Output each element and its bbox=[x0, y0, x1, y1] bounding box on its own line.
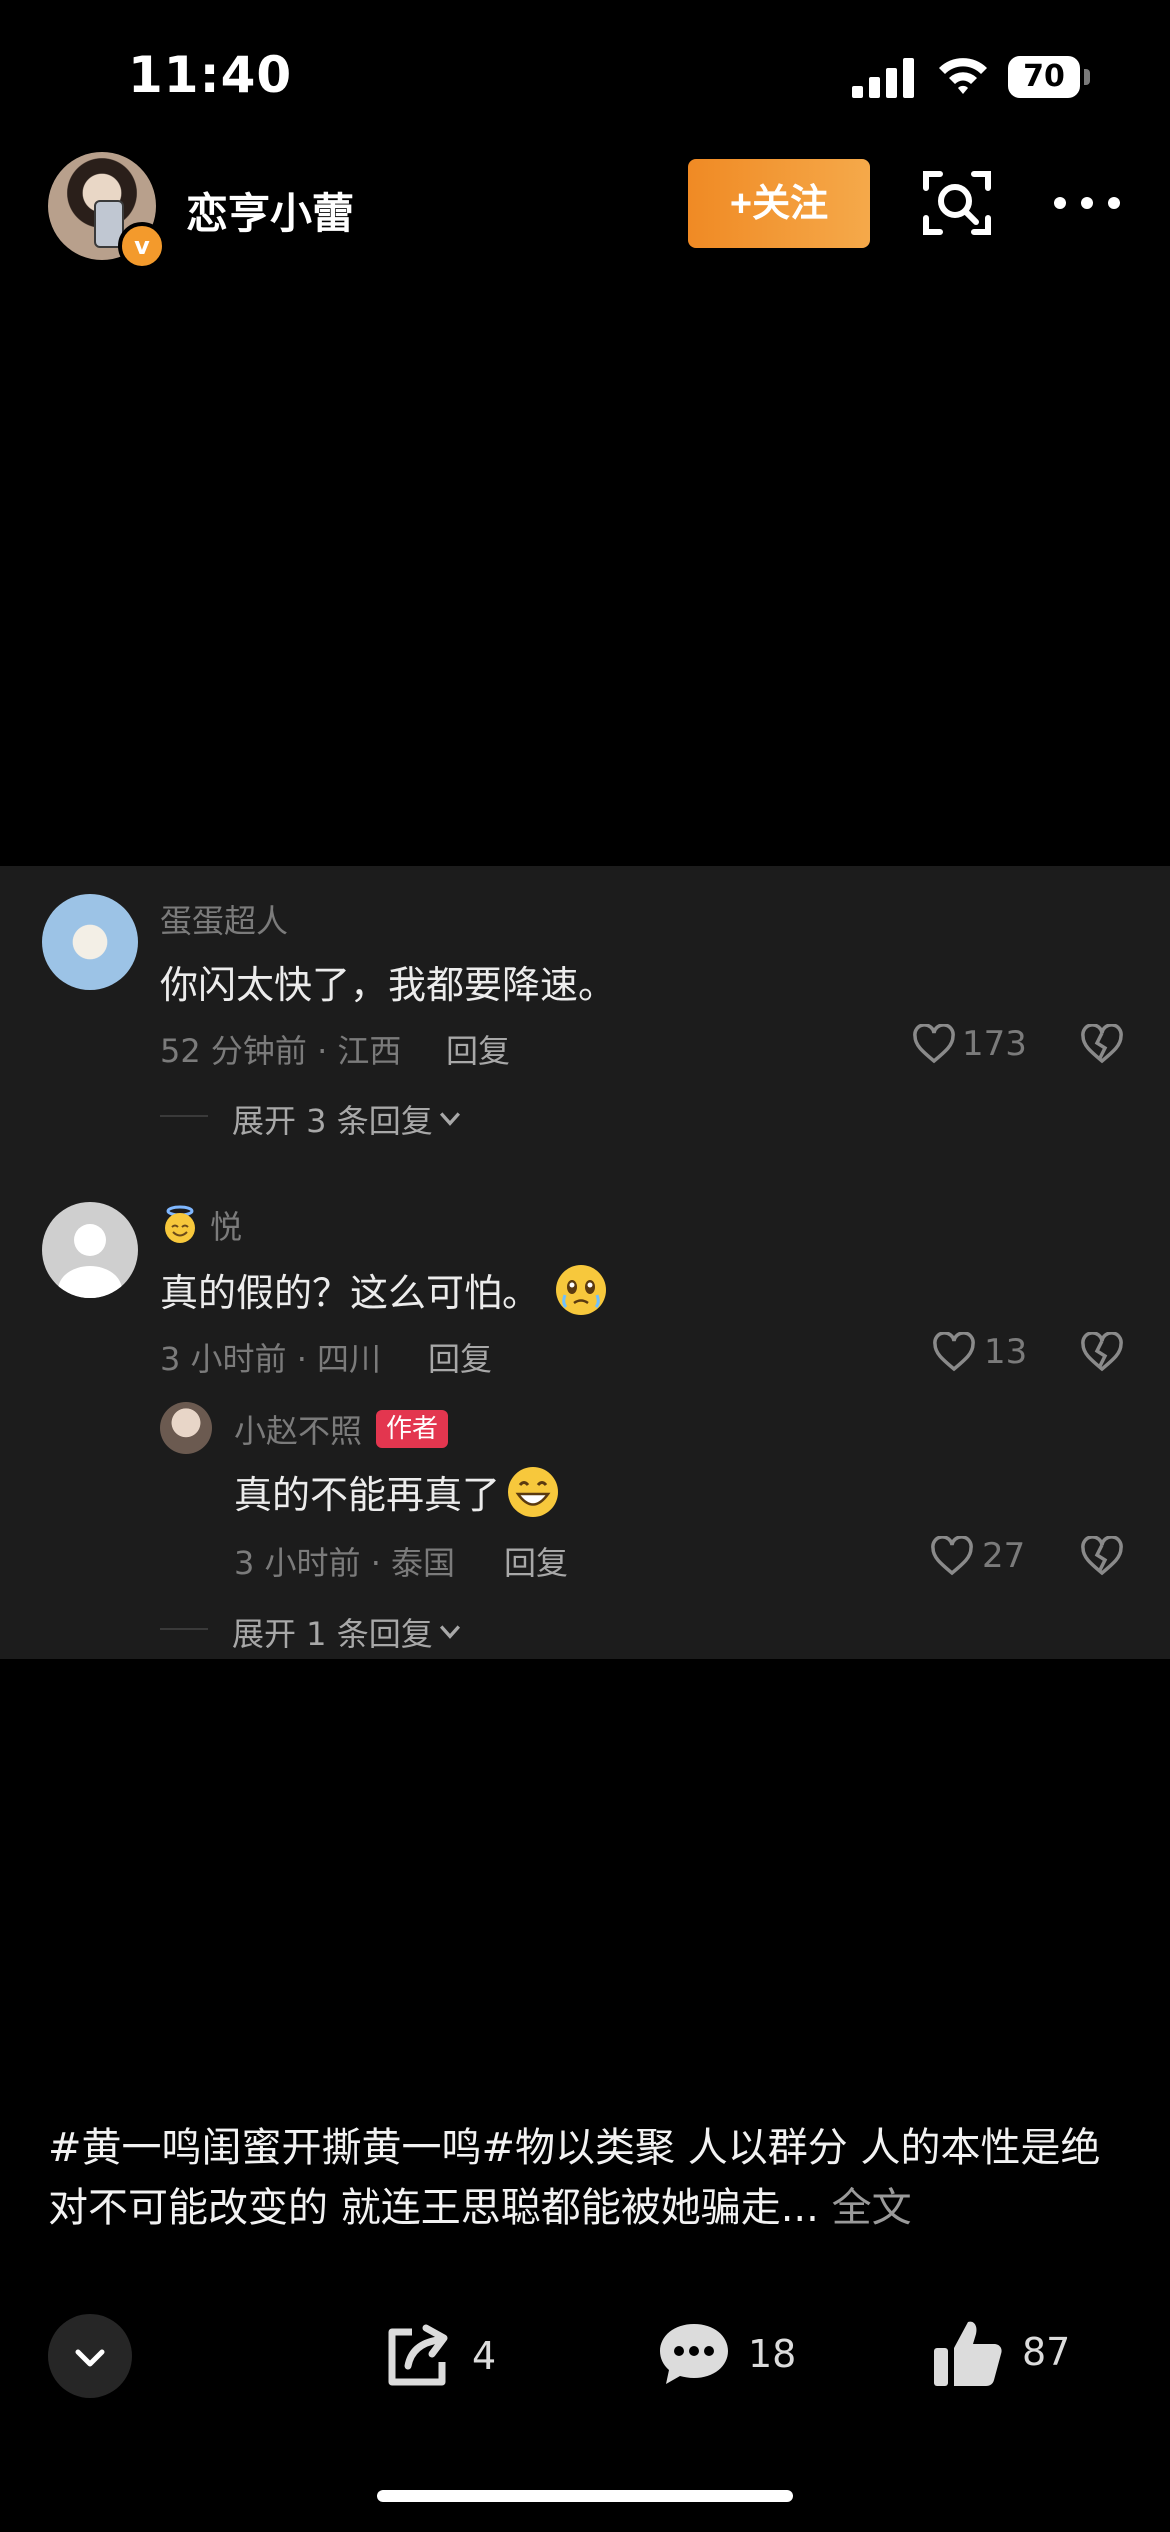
dislike-icon[interactable] bbox=[1080, 1332, 1124, 1372]
reply-meta: 3 小时前 · 泰国 bbox=[234, 1544, 456, 1582]
comment-avatar[interactable] bbox=[42, 894, 138, 990]
dislike-icon[interactable] bbox=[1080, 1536, 1124, 1576]
reply-button[interactable]: 回复 bbox=[446, 1026, 510, 1072]
expand-divider bbox=[160, 1115, 208, 1117]
like-icon[interactable] bbox=[912, 1024, 956, 1064]
grinning-face-emoji-icon bbox=[508, 1466, 559, 1517]
comment-username-row: 悦 bbox=[160, 1202, 242, 1248]
follow-button[interactable]: +关注 bbox=[688, 159, 870, 248]
comment-icon bbox=[660, 2324, 728, 2384]
comment-username[interactable]: 蛋蛋超人 bbox=[160, 896, 288, 942]
comment-meta: 3 小时前 · 四川 bbox=[160, 1340, 382, 1378]
chevron-down-icon bbox=[439, 1112, 460, 1126]
chevron-down-icon bbox=[75, 2349, 105, 2367]
cellular-signal-icon bbox=[852, 58, 914, 98]
verified-badge-icon: v bbox=[118, 222, 166, 270]
expand-replies-label: 展开 3 条回复 bbox=[232, 1102, 433, 1140]
full-text-link[interactable]: 全文 bbox=[832, 2185, 912, 2231]
share-count: 4 bbox=[472, 2334, 497, 2378]
share-icon bbox=[388, 2324, 448, 2386]
author-username[interactable]: 恋亨小蕾 bbox=[186, 180, 354, 241]
comment-text: 你闪太快了，我都要降速。 bbox=[160, 963, 617, 1007]
reply-button[interactable]: 回复 bbox=[504, 1538, 568, 1584]
expand-replies-label: 展开 1 条回复 bbox=[232, 1615, 433, 1653]
dislike-icon[interactable] bbox=[1080, 1024, 1124, 1064]
smiling-angel-emoji-icon bbox=[165, 1205, 195, 1243]
comment-text-row: 真的假的？这么可怕。 bbox=[160, 1262, 608, 1317]
expand-replies-button[interactable]: 展开 3 条回复 bbox=[232, 1096, 461, 1142]
like-button[interactable]: 87 bbox=[932, 2316, 1070, 2388]
comment-button[interactable]: 18 bbox=[656, 2320, 796, 2388]
expand-replies-button[interactable]: 展开 1 条回复 bbox=[232, 1609, 461, 1655]
share-button[interactable]: 4 bbox=[382, 2322, 496, 2390]
caption-text: #黄一鸣闺蜜开撕黄一鸣#物以类聚 人以群分 人的本性是绝对不可能改变的 就连王思… bbox=[48, 2125, 1101, 2231]
collapse-button[interactable] bbox=[48, 2314, 132, 2398]
like-count: 27 bbox=[982, 1536, 1026, 1576]
like-total: 87 bbox=[1022, 2330, 1071, 2374]
like-icon[interactable] bbox=[932, 1332, 976, 1372]
comment-text: 真的假的？这么可怕。 bbox=[160, 1271, 541, 1315]
reply-text: 真的不能再真了 bbox=[234, 1473, 501, 1517]
expand-divider bbox=[160, 1628, 208, 1630]
reply-avatar[interactable] bbox=[160, 1402, 212, 1454]
chevron-down-icon bbox=[439, 1625, 460, 1639]
reply-username[interactable]: 小赵不照 bbox=[234, 1406, 362, 1452]
scan-icon[interactable] bbox=[922, 168, 992, 238]
like-count: 173 bbox=[962, 1024, 1027, 1064]
comment-username[interactable]: 悦 bbox=[210, 1202, 242, 1248]
comment-count: 18 bbox=[748, 2332, 797, 2376]
comment-meta: 52 分钟前 · 江西 bbox=[160, 1032, 402, 1070]
battery-icon: 70 bbox=[1008, 56, 1090, 98]
more-icon[interactable] bbox=[1052, 188, 1122, 218]
reply-button[interactable]: 回复 bbox=[428, 1334, 492, 1380]
status-time: 11:40 bbox=[128, 46, 293, 104]
teary-face-emoji-icon bbox=[556, 1264, 607, 1315]
author-tag: 作者 bbox=[376, 1410, 449, 1448]
home-indicator[interactable] bbox=[377, 2490, 793, 2502]
like-count: 13 bbox=[984, 1332, 1028, 1372]
like-icon[interactable] bbox=[930, 1536, 974, 1576]
comment-avatar[interactable] bbox=[42, 1202, 138, 1298]
reply-username-row: 小赵不照 作者 bbox=[234, 1406, 449, 1452]
post-caption: #黄一鸣闺蜜开撕黄一鸣#物以类聚 人以群分 人的本性是绝对不可能改变的 就连王思… bbox=[48, 2118, 1128, 2238]
wifi-icon bbox=[939, 58, 987, 94]
reply-text-row: 真的不能再真了 bbox=[234, 1464, 560, 1519]
thumbs-up-icon bbox=[934, 2321, 1002, 2386]
battery-level: 70 bbox=[1008, 56, 1080, 98]
